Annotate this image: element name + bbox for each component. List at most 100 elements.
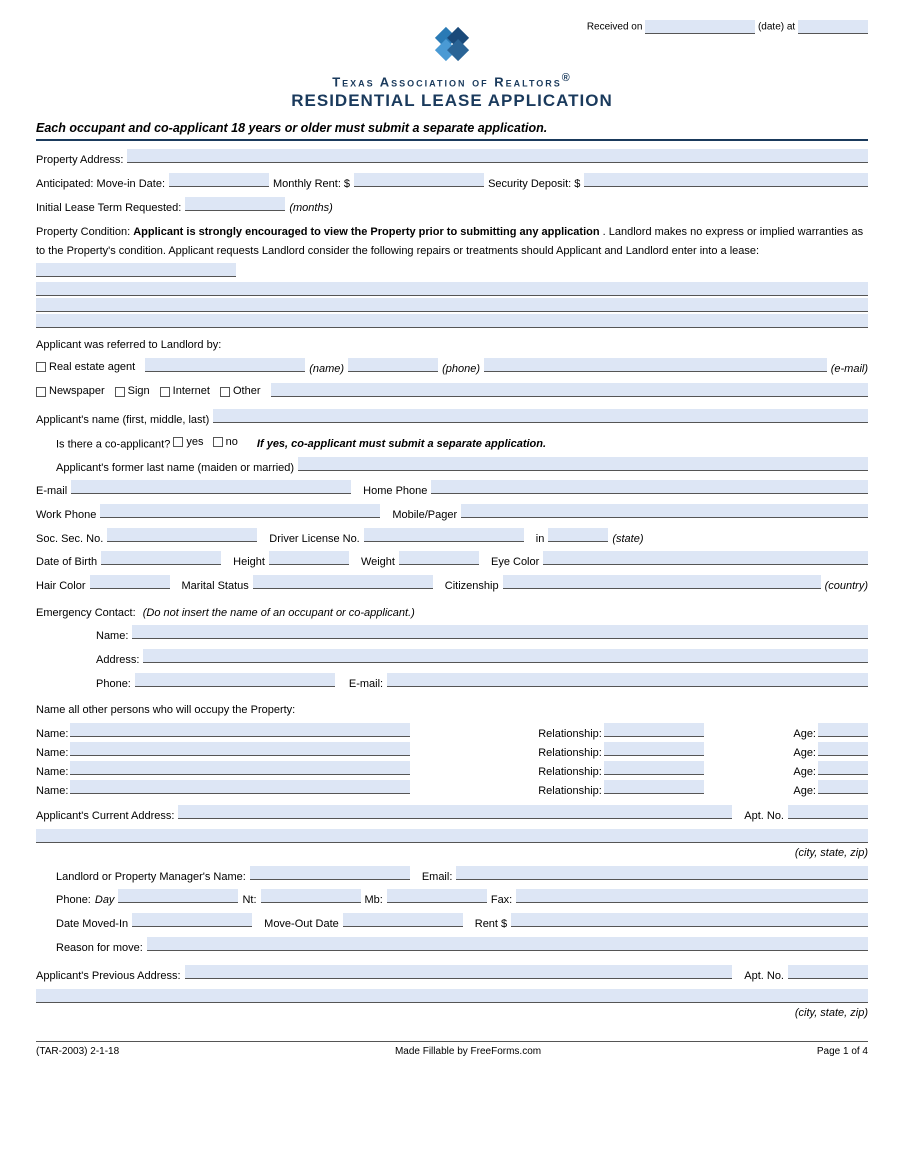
other-checkbox[interactable]	[220, 387, 230, 397]
dob-height-row: Date of Birth Height Weight Eye Color	[36, 551, 868, 572]
org-name: Texas Association of Realtors®	[332, 72, 572, 89]
former-name-row: Applicant's former last name (maiden or …	[36, 457, 868, 478]
condition-input-2[interactable]	[36, 298, 868, 312]
prev-address-row: Applicant's Previous Address: Apt. No.	[36, 965, 868, 986]
mobile-input[interactable]	[461, 504, 868, 518]
applicant-name-input[interactable]	[213, 409, 868, 423]
real-estate-agent-checkbox[interactable]	[36, 362, 46, 372]
landlord-name-input[interactable]	[250, 866, 410, 880]
occupant-row-2: Name: Relationship: Age:	[36, 742, 868, 759]
security-deposit-input[interactable]	[584, 173, 868, 187]
received-date-input[interactable]	[645, 20, 755, 34]
weight-input[interactable]	[399, 551, 479, 565]
agent-phone-input[interactable]	[348, 358, 438, 372]
height-input[interactable]	[269, 551, 349, 565]
fax-label: Fax:	[491, 891, 512, 910]
occ3-name-input[interactable]	[70, 761, 410, 775]
apt-input[interactable]	[788, 805, 868, 819]
landlord-email-input[interactable]	[456, 866, 868, 880]
occ2-rel-input[interactable]	[604, 742, 704, 756]
received-time-input[interactable]	[798, 20, 868, 34]
move-in-date-input[interactable]	[169, 173, 269, 187]
occ2-name-input[interactable]	[70, 742, 410, 756]
occ1-age-input[interactable]	[818, 723, 868, 737]
country-label: (country)	[825, 577, 868, 596]
emergency-name-input[interactable]	[132, 625, 868, 639]
city-state-zip-label: (city, state, zip)	[795, 844, 868, 863]
email-input[interactable]	[71, 480, 351, 494]
header-divider	[36, 139, 868, 141]
internet-checkbox-item: Internet	[160, 382, 210, 401]
moved-in-input[interactable]	[132, 913, 252, 927]
current-address-input[interactable]	[178, 805, 732, 819]
prev-city-state-zip-input[interactable]	[36, 989, 868, 1003]
occupants-label-row: Name all other persons who will occupy t…	[36, 701, 868, 720]
occ1-name-input[interactable]	[70, 723, 410, 737]
driver-license-input[interactable]	[364, 528, 524, 542]
emergency-email-input[interactable]	[387, 673, 868, 687]
yes-checkbox[interactable]	[173, 437, 183, 447]
city-state-zip-input[interactable]	[36, 829, 868, 843]
property-address-input[interactable]	[127, 149, 868, 163]
occ3-rel-input[interactable]	[604, 761, 704, 775]
other-input[interactable]	[271, 383, 869, 397]
subtitle: Each occupant and co-applicant 18 years …	[36, 121, 868, 135]
form-number: (TAR-2003) 2-1-18	[36, 1046, 119, 1057]
internet-checkbox[interactable]	[160, 387, 170, 397]
previous-address-section: Applicant's Previous Address: Apt. No. (…	[36, 965, 868, 1022]
property-address-label: Property Address:	[36, 151, 123, 170]
monthly-rent-input[interactable]	[354, 173, 484, 187]
no-checkbox[interactable]	[213, 437, 223, 447]
soc-sec-input[interactable]	[107, 528, 257, 542]
lease-term-input[interactable]	[185, 197, 285, 211]
state-input[interactable]	[548, 528, 608, 542]
emergency-phone-row: Phone: E-mail:	[96, 673, 868, 694]
emergency-address-input[interactable]	[143, 649, 868, 663]
reason-input[interactable]	[147, 937, 868, 951]
move-out-input[interactable]	[343, 913, 463, 927]
marital-status-input[interactable]	[253, 575, 433, 589]
condition-input-3[interactable]	[36, 314, 868, 328]
newspaper-checkbox[interactable]	[36, 387, 46, 397]
occ4-rel-input[interactable]	[604, 780, 704, 794]
agent-name-input[interactable]	[145, 358, 305, 372]
rent-input[interactable]	[511, 913, 868, 927]
applicant-name-row: Applicant's name (first, middle, last)	[36, 409, 868, 430]
lease-term-label: Initial Lease Term Requested:	[36, 199, 181, 218]
applicant-name-label: Applicant's name (first, middle, last)	[36, 411, 209, 430]
condition-label: Property Condition:	[36, 226, 130, 238]
phone-day-input[interactable]	[118, 889, 238, 903]
phone-nt-input[interactable]	[261, 889, 361, 903]
hair-color-row: Hair Color Marital Status Citizenship (c…	[36, 575, 868, 596]
prev-apt-input[interactable]	[788, 965, 868, 979]
eye-color-input[interactable]	[543, 551, 868, 565]
condition-input-inline[interactable]	[36, 263, 236, 277]
hair-color-input[interactable]	[90, 575, 170, 589]
condition-input-1[interactable]	[36, 282, 868, 296]
security-deposit-label: Security Deposit: $	[488, 175, 580, 194]
former-name-input[interactable]	[298, 457, 868, 471]
occ2-age-input[interactable]	[818, 742, 868, 756]
current-address-row: Applicant's Current Address: Apt. No.	[36, 805, 868, 826]
occupant-row-4: Name: Relationship: Age:	[36, 780, 868, 797]
emergency-phone-input[interactable]	[135, 673, 335, 687]
agent-email-input[interactable]	[484, 358, 827, 372]
sign-checkbox[interactable]	[115, 387, 125, 397]
condition-bold: Applicant is strongly encouraged to view…	[133, 226, 599, 238]
real-estate-agent-checkbox-item: Real estate agent	[36, 358, 135, 377]
occ4-name-input[interactable]	[70, 780, 410, 794]
occ1-rel-input[interactable]	[604, 723, 704, 737]
work-phone-input[interactable]	[100, 504, 380, 518]
name-label: (name)	[309, 360, 344, 379]
yes-checkbox-item: yes	[173, 433, 203, 452]
home-phone-input[interactable]	[431, 480, 868, 494]
phone-mb-input[interactable]	[387, 889, 487, 903]
phone-fax-input[interactable]	[516, 889, 868, 903]
citizenship-input[interactable]	[503, 575, 821, 589]
real-estate-agent-label: Real estate agent	[49, 358, 135, 377]
email-label: (e-mail)	[831, 360, 868, 379]
prev-address-input[interactable]	[185, 965, 733, 979]
occ3-age-input[interactable]	[818, 761, 868, 775]
dob-input[interactable]	[101, 551, 221, 565]
occ4-age-input[interactable]	[818, 780, 868, 794]
